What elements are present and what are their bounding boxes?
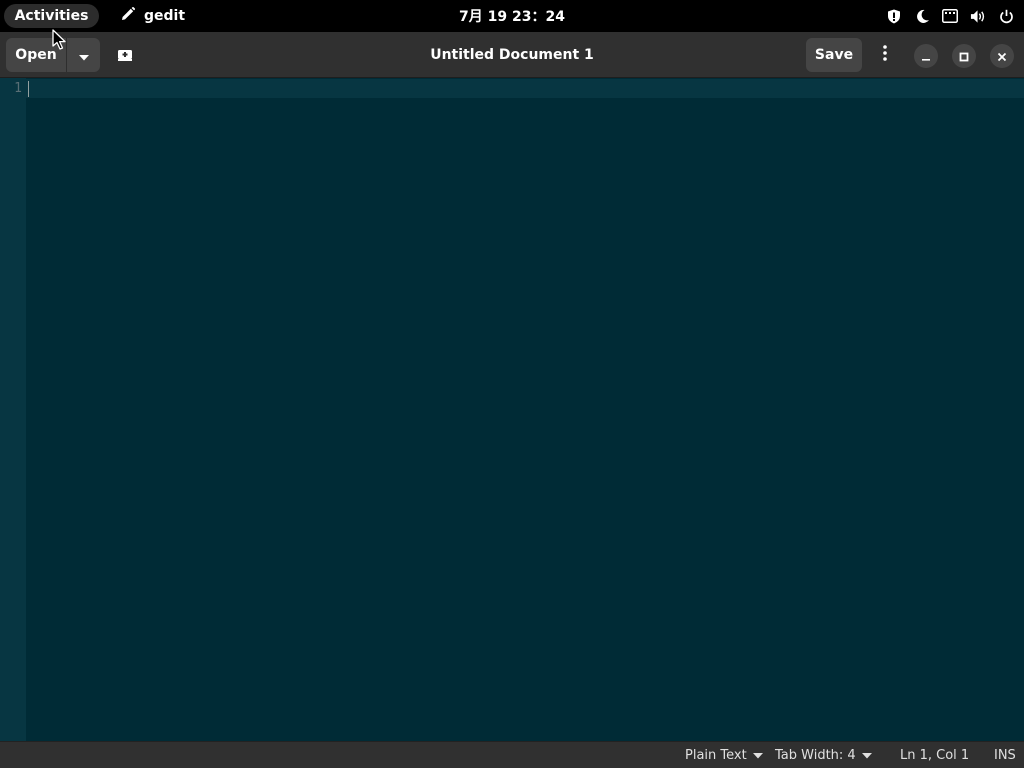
volume-icon — [970, 8, 986, 24]
save-button[interactable]: Save — [806, 38, 862, 72]
tab-width-selector[interactable]: Tab Width: 4 — [775, 742, 872, 768]
text-editor[interactable]: 1 — [0, 78, 1024, 741]
power-icon — [998, 8, 1014, 24]
header-bar: Open Untitled Document 1 Save — [0, 32, 1024, 78]
chevron-down-icon — [78, 46, 89, 65]
close-button[interactable] — [990, 44, 1014, 68]
language-selector[interactable]: Plain Text — [685, 742, 763, 768]
maximize-button[interactable] — [952, 44, 976, 68]
activities-button[interactable]: Activities — [4, 4, 99, 28]
mouse-pointer-icon — [52, 29, 70, 51]
new-document-icon — [118, 46, 132, 65]
line-number: 1 — [14, 81, 22, 96]
minimize-icon — [921, 47, 931, 66]
new-tab-button[interactable] — [108, 38, 142, 72]
minimize-button[interactable] — [914, 44, 938, 68]
insert-mode-indicator: INS — [994, 747, 1016, 763]
app-menu[interactable]: gedit — [120, 4, 185, 28]
maximize-icon — [959, 47, 969, 66]
system-tray[interactable] — [886, 0, 1014, 32]
main-menu-button[interactable] — [868, 38, 902, 72]
status-bar: Plain Text Tab Width: 4 Ln 1, Col 1 INS — [0, 741, 1024, 768]
shield-icon — [886, 8, 902, 24]
app-name: gedit — [144, 8, 186, 24]
chevron-down-icon — [752, 748, 763, 763]
tab-width-label: Tab Width: 4 — [775, 747, 856, 763]
language-label: Plain Text — [685, 747, 747, 763]
vertical-ellipsis-icon — [883, 45, 887, 65]
top-bar: Activities gedit 7月 19 23：24 — [0, 0, 1024, 32]
network-icon — [942, 8, 958, 24]
close-icon — [997, 47, 1007, 66]
pencil-icon — [120, 6, 136, 26]
chevron-down-icon — [861, 748, 872, 763]
night-light-icon — [914, 8, 930, 24]
cursor-position[interactable]: Ln 1, Col 1 — [900, 742, 969, 768]
open-recent-dropdown-button[interactable] — [67, 38, 100, 72]
current-line-highlight — [26, 79, 1024, 98]
document-title-label: Untitled Document 1 — [430, 47, 594, 63]
clock-label[interactable]: 7月 19 23：24 — [459, 6, 565, 26]
line-number-gutter: 1 — [0, 78, 26, 741]
text-cursor — [28, 81, 29, 97]
